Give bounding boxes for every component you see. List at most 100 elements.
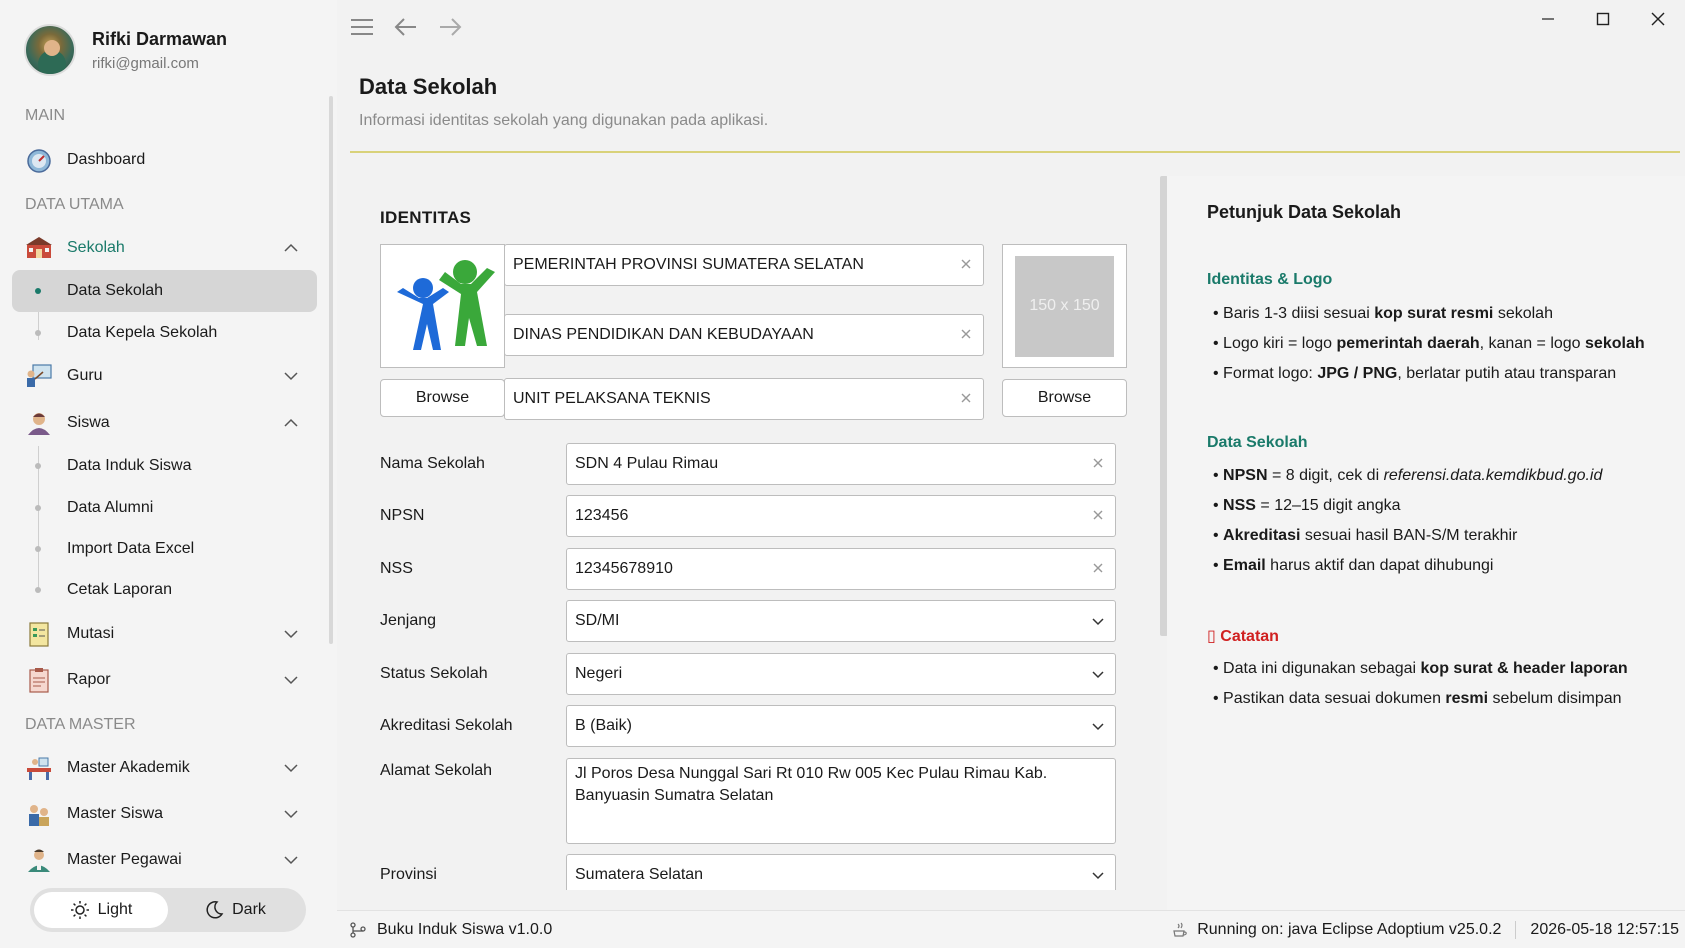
back-arrow-icon[interactable] <box>393 14 419 40</box>
clear-icon[interactable] <box>1091 508 1105 522</box>
theme-dark-button[interactable]: Dark <box>168 892 302 928</box>
academic-icon <box>25 754 53 782</box>
close-icon <box>1651 12 1664 26</box>
bullet-icon <box>35 587 41 593</box>
nama-sekolah-label: Nama Sekolah <box>380 455 485 472</box>
browse-right-logo-button[interactable]: Browse <box>1002 379 1127 417</box>
menu-icon[interactable] <box>349 14 375 40</box>
jenjang-select[interactable]: SD/MI <box>566 600 1116 642</box>
kop-line-3-field[interactable]: UNIT PELAKSANA TEKNIS <box>504 378 984 420</box>
teacher-icon <box>25 362 53 390</box>
sidebar-item-data-induk-siswa[interactable]: Data Induk Siswa <box>12 445 317 487</box>
chevron-up-icon[interactable] <box>283 240 299 256</box>
logo-right: 150 x 150 <box>1002 244 1127 368</box>
status-sekolah-select[interactable]: Negeri <box>566 653 1116 695</box>
sidebar-item-data-sekolah[interactable]: Data Sekolah <box>12 270 317 312</box>
sidebar-item-rapor[interactable]: Rapor <box>12 659 317 701</box>
status-datetime: 2026-05-18 12:57:15 <box>1530 921 1679 938</box>
avatar <box>24 24 76 76</box>
sidebar-item-data-kepala-sekolah[interactable]: Data Kepela Sekolah <box>12 312 317 354</box>
akreditasi-select[interactable]: B (Baik) <box>566 705 1116 747</box>
nss-field[interactable]: 12345678910 <box>566 548 1116 590</box>
bullet-icon <box>35 505 41 511</box>
kop-line-1-field[interactable]: PEMERINTAH PROVINSI SUMATERA SELATAN <box>504 244 984 286</box>
branch-icon <box>350 922 366 938</box>
alamat-sekolah-textarea[interactable]: Jl Poros Desa Nunggal Sari Rt 010 Rw 005… <box>566 758 1116 844</box>
jenjang-label: Jenjang <box>380 612 437 629</box>
provinsi-select[interactable]: Sumatera Selatan <box>566 854 1116 890</box>
maximize-icon <box>1596 12 1609 26</box>
theme-light-button[interactable]: Light <box>34 892 168 928</box>
page-title: Data Sekolah <box>359 74 498 99</box>
sidebar-item-import-data-excel[interactable]: Import Data Excel <box>12 528 317 570</box>
provinsi-value: Sumatera Selatan <box>575 866 704 883</box>
sidebar-item-cetak-laporan[interactable]: Cetak Laporan <box>12 569 317 611</box>
note-icon: ▯ <box>1207 628 1216 645</box>
bullet-icon <box>35 330 41 336</box>
sidebar-item-sekolah[interactable]: Sekolah <box>12 227 317 269</box>
theme-toggle: Light Dark <box>30 888 306 932</box>
sidebar-item-siswa[interactable]: Siswa <box>12 402 317 444</box>
npsn-field[interactable]: 123456 <box>566 495 1116 537</box>
kop-line-1-value: PEMERINTAH PROVINSI SUMATERA SELATAN <box>513 256 864 273</box>
sidebar-item-master-akademik[interactable]: Master Akademik <box>12 747 317 789</box>
sidebar-item-mutasi[interactable]: Mutasi <box>12 613 317 655</box>
sidebar-item-label: Master Akademik <box>67 759 190 776</box>
status-sekolah-label: Status Sekolah <box>380 665 488 682</box>
government-logo-icon <box>396 260 495 350</box>
chevron-down-icon[interactable] <box>283 760 299 776</box>
nama-sekolah-field[interactable]: SDN 4 Pulau Rimau <box>566 443 1116 485</box>
minimize-icon <box>1541 18 1554 20</box>
bullet-icon <box>35 546 41 552</box>
kop-line-2-field[interactable]: DINAS PENDIDIKAN DAN KEBUDAYAAN <box>504 314 984 356</box>
chevron-up-icon[interactable] <box>283 415 299 431</box>
sidebar-item-label: Data Sekolah <box>67 282 164 299</box>
browse-left-logo-button[interactable]: Browse <box>380 379 505 417</box>
chevron-down-icon[interactable] <box>283 626 299 642</box>
student-icon <box>25 409 53 437</box>
npsn-value: 123456 <box>575 507 629 524</box>
form-panel: IDENTITAS PEMERINTAH PROVINSI SUMATERA S… <box>350 176 1140 890</box>
status-separator <box>1515 921 1517 939</box>
sidebar-item-guru[interactable]: Guru <box>12 355 317 397</box>
nss-label: NSS <box>380 560 413 577</box>
bullet-icon <box>35 463 41 469</box>
user-profile[interactable]: Rifki Darmawan rifki@gmail.com <box>24 24 227 76</box>
sidebar-item-label: Guru <box>67 367 103 384</box>
minimize-button[interactable] <box>1520 0 1575 38</box>
sidebar-item-dashboard[interactable]: Dashboard <box>12 139 317 181</box>
java-icon <box>1173 922 1188 937</box>
theme-dark-label: Dark <box>232 901 266 918</box>
chevron-down-icon <box>1092 872 1104 880</box>
sidebar-item-label: Data Induk Siswa <box>67 457 192 474</box>
sidebar-item-label: Sekolah <box>67 239 125 256</box>
runtime-info: Running on: java Eclipse Adoptium v25.0.… <box>1197 921 1502 938</box>
clear-icon[interactable] <box>1091 561 1105 575</box>
chevron-down-icon[interactable] <box>283 852 299 868</box>
forward-arrow-icon[interactable] <box>437 14 463 40</box>
sidebar-item-master-siswa[interactable]: Master Siswa <box>12 793 317 835</box>
sidebar-item-label: Import Data Excel <box>67 540 195 557</box>
help-section-catatan: ▯ Catatan <box>1207 628 1279 645</box>
report-card-icon <box>25 666 53 694</box>
kop-line-2-value: DINAS PENDIDIKAN DAN KEBUDAYAAN <box>513 326 814 343</box>
chevron-down-icon[interactable] <box>283 672 299 688</box>
sidebar-item-data-alumni[interactable]: Data Alumni <box>12 487 317 529</box>
chevron-down-icon[interactable] <box>283 368 299 384</box>
sidebar-scrollbar[interactable] <box>329 96 333 644</box>
section-main-label: MAIN <box>25 107 65 124</box>
sidebar-item-master-pegawai[interactable]: Master Pegawai <box>12 839 317 881</box>
close-button[interactable] <box>1630 0 1685 38</box>
sidebar-item-label: Rapor <box>67 671 111 688</box>
clear-icon[interactable] <box>959 391 973 405</box>
clear-icon[interactable] <box>1091 456 1105 470</box>
dashboard-icon <box>25 146 53 174</box>
clear-icon[interactable] <box>959 257 973 271</box>
help-title: Petunjuk Data Sekolah <box>1207 202 1402 222</box>
maximize-button[interactable] <box>1575 0 1630 38</box>
chevron-down-icon[interactable] <box>283 806 299 822</box>
help-bullet: • Data ini digunakan sebagai kop surat &… <box>1213 660 1628 677</box>
chevron-down-icon <box>1092 671 1104 679</box>
clear-icon[interactable] <box>959 327 973 341</box>
app-version: Buku Induk Siswa v1.0.0 <box>377 921 553 938</box>
